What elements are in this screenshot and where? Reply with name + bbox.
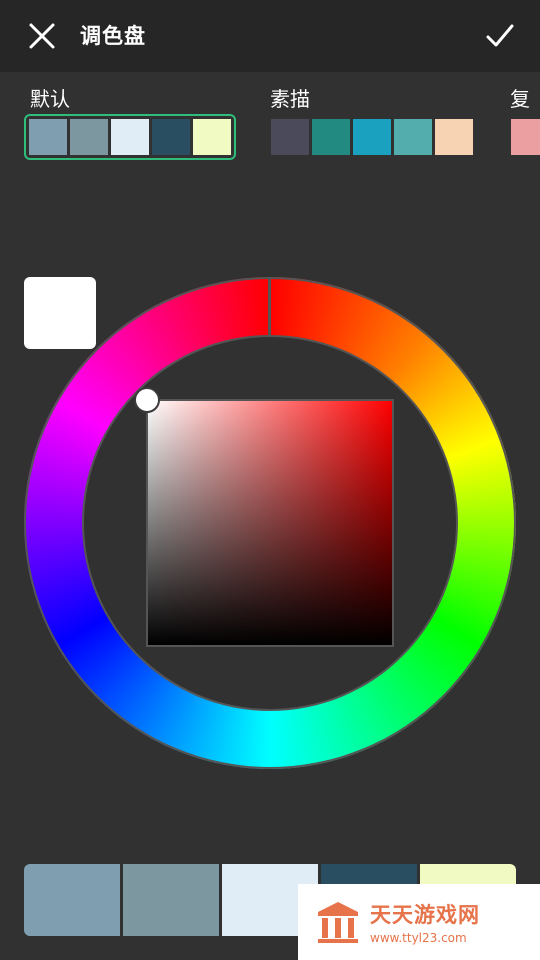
palette-swatch bbox=[271, 119, 309, 155]
palette-swatches bbox=[506, 114, 540, 160]
palette-label: 默认 bbox=[30, 87, 70, 111]
palette-swatch bbox=[312, 119, 350, 155]
color-picker-handle[interactable] bbox=[134, 387, 160, 413]
current-color-preview bbox=[24, 277, 96, 349]
palette-swatch bbox=[511, 119, 540, 155]
watermark-url: www.ttyl23.com bbox=[370, 931, 467, 945]
close-button[interactable] bbox=[18, 16, 66, 56]
palette-swatch bbox=[70, 119, 108, 155]
palette-swatch bbox=[29, 119, 67, 155]
bottom-swatch[interactable] bbox=[123, 864, 219, 936]
palette-label: 素描 bbox=[270, 87, 310, 111]
palette-swatch bbox=[152, 119, 190, 155]
top-bar: 调色盘 bbox=[0, 0, 540, 72]
palette-swatch bbox=[394, 119, 432, 155]
site-logo-icon bbox=[318, 902, 358, 943]
close-icon bbox=[29, 23, 55, 49]
watermark: 天天游戏网 www.ttyl23.com bbox=[298, 884, 540, 960]
palette-label: 复 bbox=[510, 87, 530, 111]
palette-list[interactable]: 默认 素描 复 bbox=[0, 72, 540, 172]
page-title: 调色盘 bbox=[80, 24, 146, 48]
confirm-button[interactable] bbox=[478, 14, 522, 58]
watermark-name: 天天游戏网 bbox=[370, 903, 480, 927]
palette-swatches bbox=[24, 114, 236, 160]
palette-default[interactable]: 默认 bbox=[24, 86, 236, 160]
palette-sketch[interactable]: 素描 bbox=[266, 86, 478, 160]
palette-third[interactable]: 复 bbox=[506, 86, 540, 160]
bottom-swatch[interactable] bbox=[24, 864, 120, 936]
palette-swatch bbox=[193, 119, 231, 155]
color-wheel[interactable] bbox=[24, 277, 516, 769]
palette-swatch bbox=[353, 119, 391, 155]
check-icon bbox=[486, 24, 514, 47]
saturation-value-square[interactable] bbox=[146, 399, 394, 647]
palette-swatch bbox=[111, 119, 149, 155]
palette-swatch bbox=[435, 119, 473, 155]
palette-swatches bbox=[266, 114, 478, 160]
watermark-text: 天天游戏网 www.ttyl23.com bbox=[370, 899, 480, 945]
hue-marker[interactable] bbox=[268, 277, 271, 337]
